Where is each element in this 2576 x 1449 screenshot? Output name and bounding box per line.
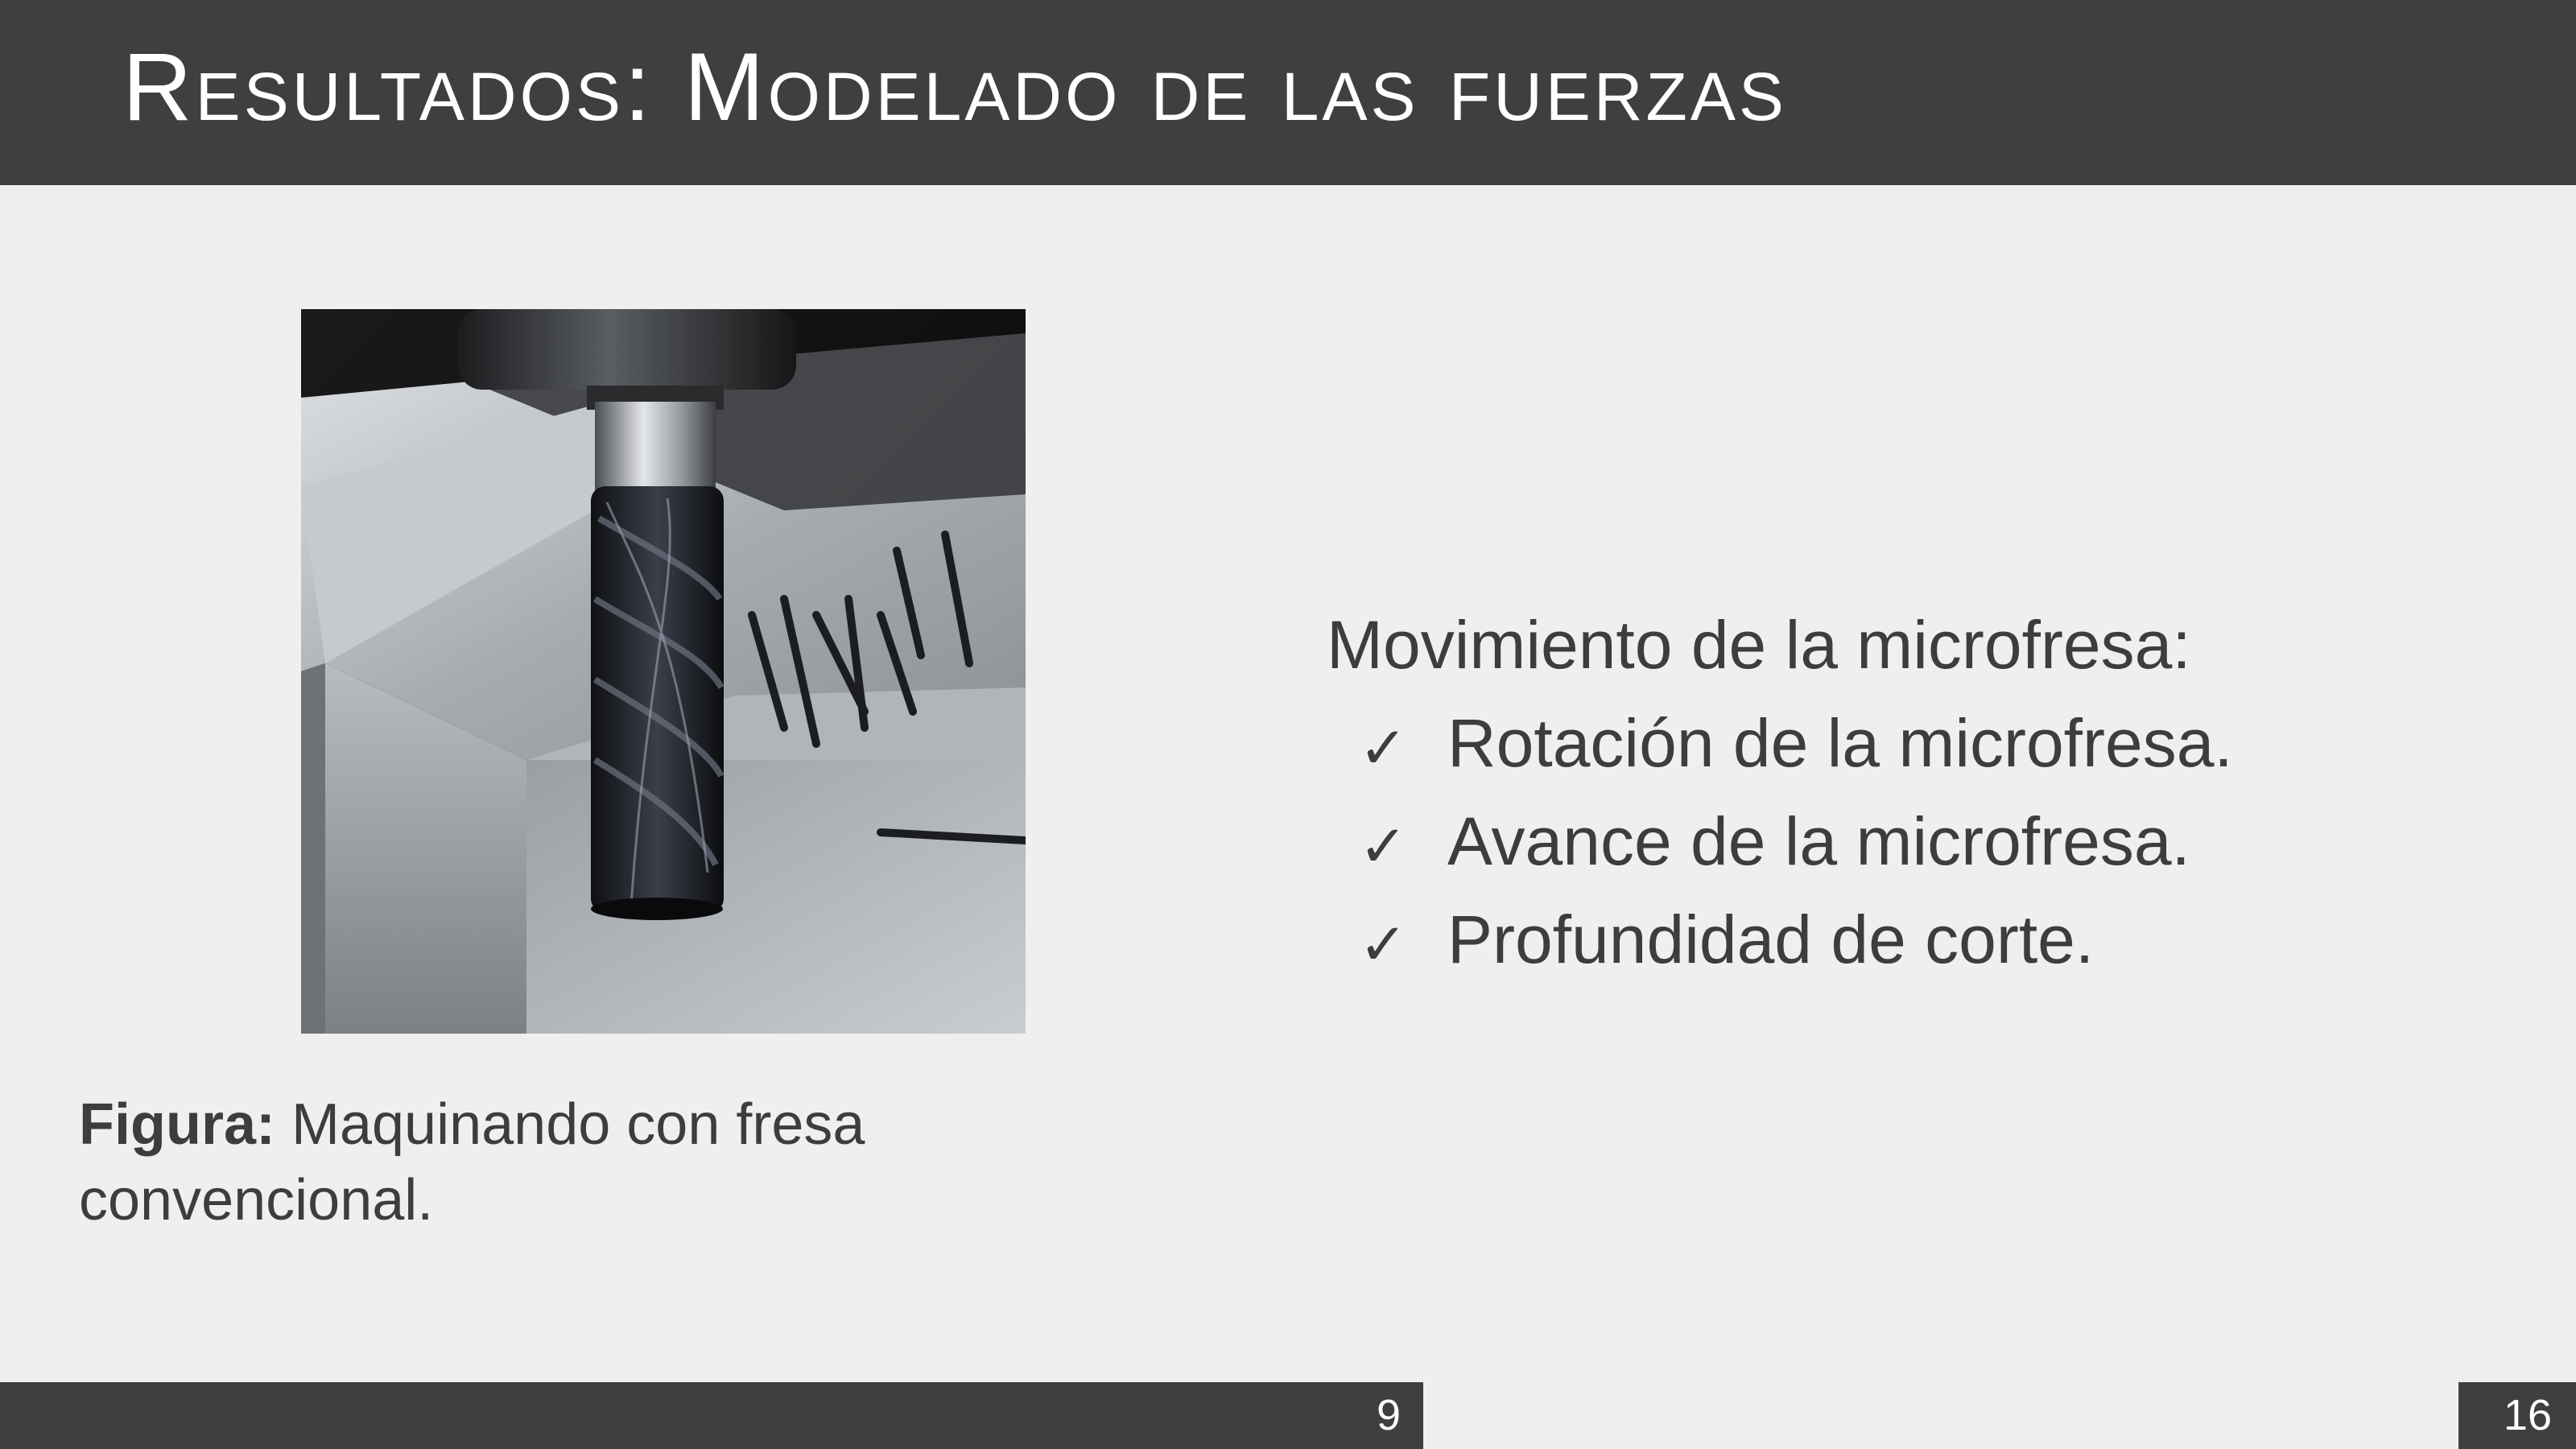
slide-title: Resultados: Modelado de las fuerzas	[122, 33, 1787, 141]
figure-caption: Figura: Maquinando con fresa convenciona…	[79, 1087, 1045, 1238]
total-pages-number: 16	[2503, 1391, 2552, 1439]
check-icon: ✓	[1359, 714, 1408, 782]
motion-list: Movimiento de la microfresa: ✓ Rotación …	[1327, 596, 2233, 989]
footer-bar-right: 16	[2458, 1382, 2576, 1449]
title-bar: Resultados: Modelado de las fuerzas	[0, 0, 2576, 185]
list-item-text: Profundidad de corte.	[1447, 902, 2095, 977]
caption-label: Figura:	[79, 1092, 275, 1157]
list-item-text: Avance de la microfresa.	[1447, 803, 2190, 879]
current-page-number: 9	[1376, 1391, 1401, 1439]
check-icon: ✓	[1359, 812, 1408, 880]
list-item: ✓ Avance de la microfresa.	[1327, 792, 2233, 890]
list-item: ✓ Profundidad de corte.	[1327, 890, 2233, 989]
list-item: ✓ Rotación de la microfresa.	[1327, 694, 2233, 792]
slide: Resultados: Modelado de las fuerzas Figu…	[0, 0, 2576, 1449]
list-intro: Movimiento de la microfresa:	[1327, 607, 2191, 683]
list-item-text: Rotación de la microfresa.	[1447, 705, 2233, 781]
checklist: ✓ Rotación de la microfresa. ✓ Avance de…	[1327, 694, 2233, 989]
footer-bar-left: 9	[0, 1382, 1423, 1449]
check-icon: ✓	[1359, 910, 1408, 978]
end-mill-machining-image	[301, 309, 1026, 1034]
